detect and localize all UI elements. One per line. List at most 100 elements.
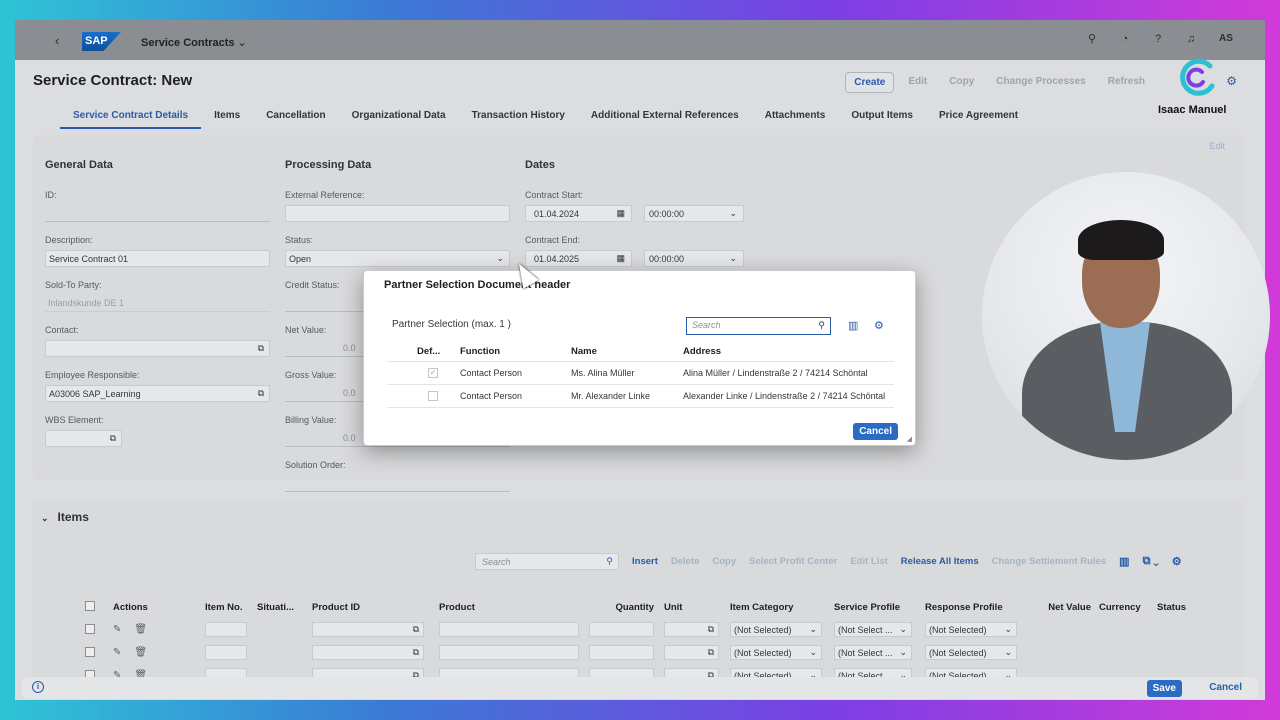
unit-input[interactable]: ⧉	[664, 622, 719, 637]
select-all-checkbox[interactable]	[85, 600, 95, 611]
items-title: Items	[57, 510, 89, 524]
export-icon[interactable]: ⧉ ⌄	[1143, 555, 1159, 568]
service-profile-select[interactable]: (Not Select ... ⌄	[834, 622, 912, 637]
trash-icon[interactable]: 🗑	[134, 624, 147, 635]
product-id-cell: ⧉	[312, 645, 439, 660]
delete-button[interactable]: Delete	[671, 556, 700, 567]
tab-additional-external-references[interactable]: Additional External References	[578, 109, 752, 129]
select-all-cell[interactable]	[85, 600, 113, 614]
release-all-items-button[interactable]: Release All Items	[901, 556, 979, 567]
create-button[interactable]: Create	[845, 72, 895, 93]
settings-icon[interactable]: ⚙	[874, 319, 884, 332]
info-icon[interactable]: i	[32, 681, 44, 693]
trash-icon[interactable]: 🗑	[134, 647, 147, 658]
dialog-search-input[interactable]: Search ⚲	[686, 317, 831, 335]
value-help-icon[interactable]: ⧉	[708, 624, 714, 635]
calendar-icon[interactable]: ▦	[616, 253, 625, 264]
table-row[interactable]: Contact Person Mr. Alexander Linke Alexa…	[387, 385, 894, 408]
table-row[interactable]: ✓ Contact Person Ms. Alina Müller Alina …	[387, 362, 894, 385]
avatar[interactable]: AS	[1217, 32, 1235, 46]
help-icon[interactable]: ?	[1151, 32, 1165, 46]
edit-button[interactable]: Edit	[900, 72, 935, 93]
headset-icon[interactable]: ◔	[1118, 32, 1132, 46]
shell-bar: ‹ SAP Service Contracts ⌄ ⚲ ◔ ? ♫ AS	[15, 20, 1265, 60]
tab-cancellation[interactable]: Cancellation	[253, 109, 338, 129]
unit-input[interactable]: ⧉	[664, 645, 719, 660]
contract-end-time[interactable]: 00:00:00 ⌄	[644, 250, 744, 267]
item-no-input[interactable]	[205, 622, 247, 637]
search-icon[interactable]: ⚲	[818, 320, 825, 331]
value-help-icon[interactable]: ⧉	[708, 647, 714, 658]
product-id-input[interactable]: ⧉	[312, 622, 424, 637]
product-input[interactable]	[439, 645, 579, 660]
chevron-down-icon[interactable]: ⌄	[41, 513, 49, 523]
employee-field[interactable]: A03006 SAP_Learning ⧉	[45, 385, 270, 402]
id-label: ID:	[45, 190, 57, 200]
value-help-icon[interactable]: ⧉	[258, 343, 264, 354]
save-button[interactable]: Save	[1146, 680, 1182, 697]
response-profile-select[interactable]: (Not Selected) ⌄	[925, 622, 1017, 637]
search-icon[interactable]: ⚲	[606, 556, 613, 567]
settings-icon[interactable]: ⚙	[1172, 555, 1182, 568]
chart-icon[interactable]: ▥	[848, 319, 858, 332]
quantity-input[interactable]	[589, 645, 654, 660]
back-icon[interactable]: ‹	[55, 33, 59, 48]
tab-items[interactable]: Items	[201, 109, 253, 129]
insert-button[interactable]: Insert	[632, 556, 658, 567]
calendar-icon[interactable]: ▦	[616, 208, 625, 219]
settings-icon[interactable]: ⚙	[1226, 74, 1237, 88]
item-category-select[interactable]: (Not Selected) ⌄	[730, 645, 822, 660]
row-checkbox[interactable]	[85, 646, 95, 657]
contract-start-time[interactable]: 00:00:00 ⌄	[644, 205, 744, 222]
product-id-input[interactable]: ⧉	[312, 645, 424, 660]
contract-end-date[interactable]: 01.04.2025 ▦	[525, 250, 632, 267]
select-profit-center-button[interactable]: Select Profit Center	[749, 556, 837, 567]
app-title-menu[interactable]: Service Contracts ⌄	[141, 36, 247, 49]
value-help-icon[interactable]: ⧉	[413, 624, 419, 635]
id-field[interactable]	[45, 205, 270, 222]
value-help-icon[interactable]: ⧉	[413, 647, 419, 658]
contract-start-date[interactable]: 01.04.2024 ▦	[525, 205, 632, 222]
chart-icon[interactable]: ▥	[1119, 555, 1129, 568]
items-search-input[interactable]: Search ⚲	[475, 553, 619, 570]
copy-button[interactable]: Copy	[941, 72, 982, 93]
contact-field[interactable]: ⧉	[45, 340, 270, 357]
bell-icon[interactable]: ♫	[1184, 32, 1198, 46]
tab-transaction-history[interactable]: Transaction History	[459, 109, 578, 129]
row-select-cell[interactable]	[85, 646, 113, 659]
item-category-select[interactable]: (Not Selected) ⌄	[730, 622, 822, 637]
pencil-icon[interactable]: ✎	[113, 624, 121, 635]
product-input[interactable]	[439, 622, 579, 637]
change-settlement-rules-button[interactable]: Change Settlement Rules	[992, 556, 1107, 567]
sap-logo[interactable]: SAP	[82, 32, 121, 51]
service-profile-select[interactable]: (Not Select ... ⌄	[834, 645, 912, 660]
dialog-cancel-button[interactable]: Cancel	[853, 423, 898, 440]
cancel-button[interactable]: Cancel	[1209, 682, 1242, 693]
tab-output-items[interactable]: Output Items	[838, 109, 926, 129]
copy-item-button[interactable]: Copy	[712, 556, 736, 567]
tab-organizational-data[interactable]: Organizational Data	[339, 109, 459, 129]
section-edit-link[interactable]: Edit	[1209, 141, 1225, 151]
change-processes-button[interactable]: Change Processes	[988, 72, 1094, 93]
wbs-field[interactable]: ⧉	[45, 430, 122, 447]
pencil-icon[interactable]: ✎	[113, 647, 121, 658]
resize-handle-icon[interactable]: ◢	[907, 435, 912, 443]
tab-attachments[interactable]: Attachments	[752, 109, 839, 129]
items-section-header[interactable]: ⌄ Items	[41, 510, 89, 524]
external-ref-field[interactable]	[285, 205, 510, 222]
value-help-icon[interactable]: ⧉	[110, 433, 116, 444]
quantity-input[interactable]	[589, 622, 654, 637]
value-help-icon[interactable]: ⧉	[258, 388, 264, 399]
tab-price-agreement[interactable]: Price Agreement	[926, 109, 1031, 129]
search-icon[interactable]: ⚲	[1085, 32, 1099, 46]
row-select-cell[interactable]	[85, 623, 113, 636]
status-select[interactable]: Open ⌄	[285, 250, 510, 267]
refresh-button[interactable]: Refresh	[1100, 72, 1153, 93]
row-checkbox[interactable]	[85, 623, 95, 634]
response-profile-select[interactable]: (Not Selected) ⌄	[925, 645, 1017, 660]
tab-service-contract-details[interactable]: Service Contract Details	[60, 109, 202, 129]
unit-cell: ⧉	[664, 645, 730, 660]
description-field[interactable]: Service Contract 01	[45, 250, 270, 267]
item-no-input[interactable]	[205, 645, 247, 660]
edit-list-button[interactable]: Edit List	[850, 556, 887, 567]
